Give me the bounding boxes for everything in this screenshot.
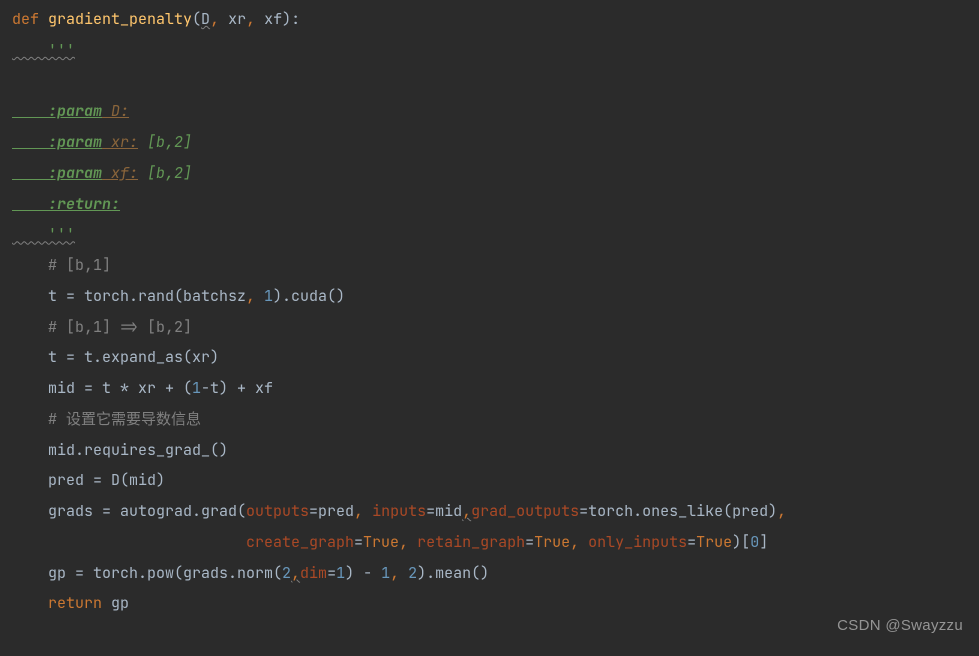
line-l8: gp = torch.pow(grads.norm(2,dim=1) - 1, … [12, 558, 979, 589]
line-l7: create_graph=True, retain_graph=True, on… [12, 527, 979, 558]
watermark: CSDN @Swayzzu [837, 611, 963, 642]
line-ret: return gp [12, 588, 979, 619]
line-c3: # 设置它需要导数信息 [12, 404, 979, 435]
line-l5: pred = D(mid) [12, 465, 979, 496]
line-l4: mid.requires_grad_() [12, 435, 979, 466]
line-doc-p2: :param xr: [b,2] [12, 127, 979, 158]
line-c2: # [b,1] => [b,2] [12, 312, 979, 343]
line-c1: # [b,1] [12, 250, 979, 281]
code-editor[interactable]: def gradient_penalty(D, xr, xf): ''' :pa… [12, 4, 979, 619]
line-docclose: ''' [12, 219, 979, 250]
line-l3: mid = t * xr + (1-t) + xf [12, 373, 979, 404]
line-doc-p3: :param xf: [b,2] [12, 158, 979, 189]
line-l6: grads = autograd.grad(outputs=pred, inpu… [12, 496, 979, 527]
line-def: def gradient_penalty(D, xr, xf): [12, 4, 979, 35]
line-l1: t = torch.rand(batchsz, 1).cuda() [12, 281, 979, 312]
line-doc-p1: :param D: [12, 96, 979, 127]
line-doc-ret: :return: [12, 189, 979, 220]
line-docopen: ''' [12, 35, 979, 66]
line-blank [12, 66, 979, 97]
line-l2: t = t.expand_as(xr) [12, 342, 979, 373]
